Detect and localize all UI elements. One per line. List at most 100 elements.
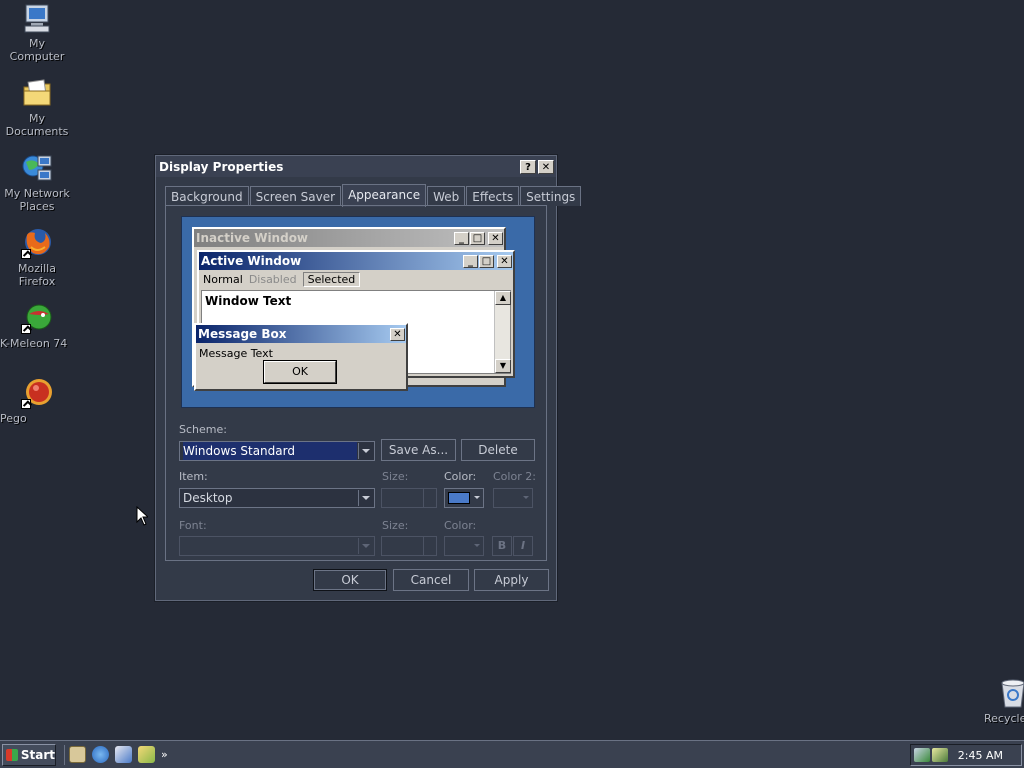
font-label: Font:	[179, 519, 207, 532]
item-size-label: Size:	[382, 470, 409, 483]
minimize-icon: _	[463, 254, 478, 268]
scheme-label: Scheme:	[179, 423, 227, 436]
desktop-icon-pego[interactable]: Pego	[0, 377, 74, 425]
font-color-button[interactable]	[444, 536, 484, 556]
font-dropdown[interactable]	[179, 536, 375, 556]
bold-button[interactable]: B	[492, 536, 512, 556]
appearance-panel: Inactive Window _ □ ✕ Active Window _ □ …	[165, 205, 547, 561]
tab-strip: Background Screen Saver Appearance Web E…	[165, 184, 582, 207]
mouse-cursor-icon	[136, 506, 148, 526]
display-properties-dialog: Display Properties ? ✕ Background Screen…	[155, 155, 582, 601]
close-icon: ✕	[497, 254, 512, 268]
explorer-icon[interactable]	[138, 746, 155, 763]
item-label: Item:	[179, 470, 208, 483]
clock[interactable]: 2:45 AM	[958, 749, 1003, 762]
cancel-button[interactable]: Cancel	[393, 569, 469, 591]
item-size-spinner[interactable]	[381, 488, 437, 508]
pego-icon	[21, 377, 53, 409]
preview-message-box[interactable]: Message Box ✕ Message Text OK	[194, 323, 408, 391]
start-label: Start	[20, 747, 55, 762]
apply-button[interactable]: Apply	[474, 569, 549, 591]
save-as-button[interactable]: Save As...	[381, 439, 456, 461]
windows-logo-icon	[6, 748, 18, 761]
tab-effects[interactable]: Effects	[466, 186, 520, 206]
tab-settings[interactable]: Settings	[520, 186, 582, 206]
preview-msgbox-title: Message Box	[198, 327, 287, 341]
k-meleon-icon	[21, 302, 53, 334]
chevron-down-icon	[358, 443, 373, 459]
desktop-icon-label: Recycle	[984, 712, 1024, 725]
chevron-down-icon	[358, 538, 373, 554]
chevron-down-icon	[474, 496, 480, 499]
appearance-preview[interactable]: Inactive Window _ □ ✕ Active Window _ □ …	[181, 216, 535, 408]
maximize-icon: □	[470, 231, 485, 245]
item-color2-button[interactable]	[493, 488, 533, 508]
preview-window-text: Window Text	[205, 294, 292, 308]
desktop-icon-my-computer[interactable]: My Computer	[0, 2, 74, 63]
ok-button[interactable]: OK	[313, 569, 387, 591]
show-desktop-icon[interactable]	[69, 746, 86, 763]
close-icon: ✕	[488, 231, 503, 245]
preview-menu-selected[interactable]: Selected	[302, 271, 361, 287]
desktop-icon-my-network-places[interactable]: My Network Places	[0, 152, 74, 213]
help-button[interactable]: ?	[520, 159, 536, 174]
minimize-icon: _	[454, 231, 469, 245]
volume-tray-icon[interactable]	[932, 748, 948, 762]
dialog-titlebar[interactable]: Display Properties ? ✕	[156, 156, 556, 177]
dialog-title: Display Properties	[159, 159, 284, 174]
tab-background[interactable]: Background	[165, 186, 249, 206]
firefox-icon	[21, 227, 53, 259]
maximize-icon: □	[479, 254, 494, 268]
desktop-icon-mozilla-firefox[interactable]: Mozilla Firefox	[0, 227, 74, 288]
desktop-icon-my-documents[interactable]: My Documents	[0, 77, 74, 138]
item-dropdown[interactable]: Desktop	[179, 488, 375, 508]
internet-explorer-icon[interactable]	[92, 746, 109, 763]
folder-icon	[21, 77, 53, 109]
item-value: Desktop	[183, 491, 233, 505]
scheme-dropdown[interactable]: Windows Standard	[179, 441, 375, 461]
close-icon: ✕	[390, 327, 405, 341]
chevron-down-icon	[523, 496, 529, 499]
desktop-icon-label: Mozilla Firefox	[18, 262, 56, 288]
item-color-button[interactable]	[444, 488, 484, 508]
preview-inactive-titlebar[interactable]: Inactive Window _ □ ✕	[194, 229, 504, 247]
desktop-icon-recycle[interactable]: Recycle	[974, 677, 1024, 725]
recycle-bin-icon	[998, 677, 1024, 709]
desktop-icon-label: My Documents	[5, 112, 69, 138]
scroll-up-icon: ▲	[495, 291, 511, 305]
preview-active-titlebar[interactable]: Active Window _ □ ✕	[199, 252, 513, 270]
outlook-express-icon[interactable]	[115, 746, 132, 763]
system-tray: 2:45 AM	[910, 744, 1022, 766]
network-tray-icon[interactable]	[914, 748, 930, 762]
item-color-label: Color:	[444, 470, 477, 483]
font-size-dropdown[interactable]	[381, 536, 437, 556]
preview-inactive-title: Inactive Window	[196, 231, 309, 245]
desktop-icon-label: My Computer	[9, 37, 65, 63]
start-button[interactable]: Start	[2, 743, 56, 766]
scroll-down-icon: ▼	[495, 359, 511, 373]
tab-screen-saver[interactable]: Screen Saver	[249, 186, 342, 206]
quick-launch-chevron-icon[interactable]: »	[161, 748, 168, 761]
color-swatch	[448, 492, 470, 504]
tab-appearance[interactable]: Appearance	[342, 184, 427, 207]
quick-launch: »	[64, 744, 174, 765]
preview-scrollbar[interactable]: ▲ ▼	[494, 291, 511, 373]
delete-button[interactable]: Delete	[461, 439, 535, 461]
desktop-icon-label: Pego	[0, 412, 27, 425]
italic-button[interactable]: I	[513, 536, 533, 556]
chevron-down-icon	[358, 490, 373, 506]
preview-msgbox-ok-button[interactable]: OK	[263, 360, 337, 384]
preview-menu-normal[interactable]: Normal	[203, 273, 243, 286]
desktop-icon-k-meleon[interactable]: K-Meleon 74	[0, 302, 74, 350]
font-color-label: Color:	[444, 519, 477, 532]
chevron-down-icon	[474, 544, 480, 547]
tab-web[interactable]: Web	[427, 186, 466, 206]
font-size-label: Size:	[382, 519, 409, 532]
desktop-icon-label: My Network Places	[4, 187, 70, 213]
preview-msgbox-titlebar[interactable]: Message Box ✕	[196, 325, 406, 343]
close-button[interactable]: ✕	[538, 159, 554, 174]
network-icon	[21, 152, 53, 184]
desktop-icon-label: K-Meleon 74	[0, 337, 68, 350]
preview-menu-bar: Normal Disabled Selected	[199, 270, 513, 288]
preview-menu-disabled[interactable]: Disabled	[249, 273, 297, 286]
